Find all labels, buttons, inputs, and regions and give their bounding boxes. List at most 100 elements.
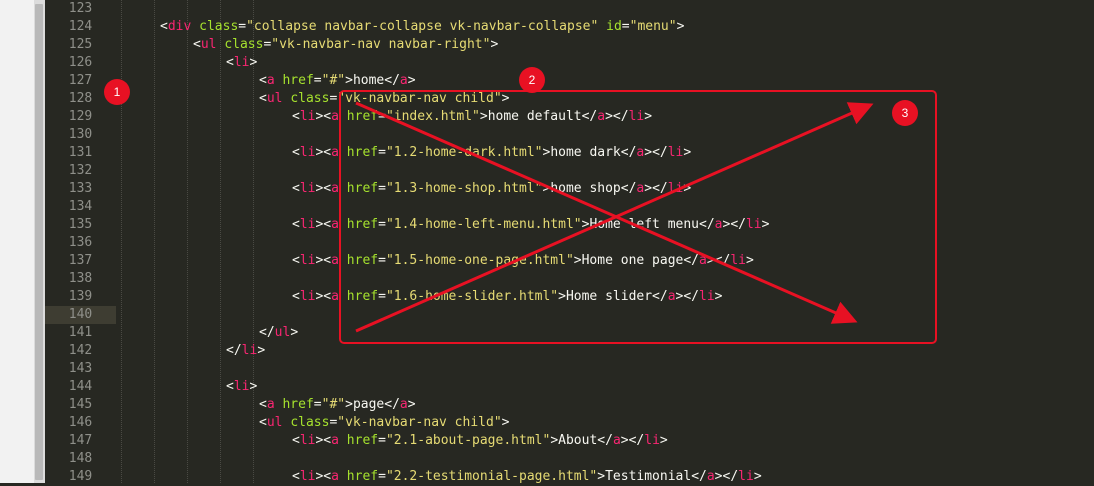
code-line[interactable]: 128 <ul class="vk-navbar-nav child"> [45, 90, 1094, 108]
code-token: ></ [722, 217, 746, 232]
line-number: 141 [68, 325, 93, 340]
code-line[interactable]: 147 <li><a href="2.1-about-page.html">Abo… [45, 432, 1094, 450]
code-token: >< [315, 145, 332, 160]
code-line[interactable]: 124 <div class="collapse navbar-collapse … [45, 18, 1094, 36]
code-line[interactable]: 134 [45, 198, 1094, 216]
code-token: > [249, 379, 258, 394]
code-token: page [352, 397, 385, 412]
code-token: < [292, 253, 300, 268]
code-editor[interactable]: 123 124 <div class="collapse navbar-collap… [45, 0, 1094, 486]
code-token: </ [652, 289, 668, 304]
code-line[interactable]: 140 [45, 306, 1094, 324]
code-token: = [313, 73, 322, 88]
code-token: class [199, 19, 239, 34]
code-token: class [290, 91, 330, 106]
code-token: </ [699, 217, 715, 232]
code-token: >< [315, 217, 332, 232]
code-token: </ [620, 181, 637, 196]
code-token: home [352, 73, 385, 88]
line-number: 138 [68, 271, 93, 286]
code-token: About [558, 433, 598, 448]
code-token: ></ [605, 109, 629, 124]
code-token: = [378, 433, 386, 448]
code-token: >< [315, 181, 332, 196]
code-token: < [259, 397, 267, 412]
code-token: > [683, 181, 692, 196]
line-number: 136 [68, 235, 93, 250]
code-line[interactable]: 143 [45, 360, 1094, 378]
code-token: li [299, 469, 316, 484]
code-token: li [299, 289, 316, 304]
code-token: href [282, 73, 314, 88]
code-line[interactable]: 127 <a href="#">home</a> [45, 72, 1094, 90]
code-text: <ul class="vk-navbar-nav child"> [259, 90, 509, 108]
code-line[interactable]: 137 <li><a href="1.5-home-one-page.html">… [45, 252, 1094, 270]
code-token: = [378, 217, 386, 232]
code-text: <li><a href="1.3-home-shop.html">home sh… [292, 180, 691, 198]
code-token: a [714, 217, 723, 232]
code-text: <li><a href="1.6-home-slider.html">Home … [292, 288, 723, 306]
code-line[interactable]: 131 <li><a href="1.2-home-dark.html">home… [45, 144, 1094, 162]
code-token: > [407, 73, 416, 88]
code-token: > [501, 415, 510, 430]
code-line[interactable]: 141 </ul> [45, 324, 1094, 342]
code-line[interactable]: 125 <ul class="vk-navbar-nav navbar-right… [45, 36, 1094, 54]
vertical-scrollbar-thumb[interactable] [35, 4, 43, 480]
code-line[interactable]: 136 [45, 234, 1094, 252]
code-token: li [745, 217, 762, 232]
code-text: <ul class="vk-navbar-nav child"> [259, 414, 509, 432]
code-token: class [290, 415, 330, 430]
code-token: a [331, 253, 339, 268]
code-token: > [345, 73, 353, 88]
code-line[interactable]: 129 <li><a href="index.html">home default… [45, 108, 1094, 126]
code-line[interactable]: 146 <ul class="vk-navbar-nav child"> [45, 414, 1094, 432]
code-token: ul [266, 91, 283, 106]
code-token: > [745, 253, 754, 268]
code-token: li [628, 109, 645, 124]
code-token: = [378, 181, 386, 196]
code-line[interactable]: 138 [45, 270, 1094, 288]
code-line[interactable]: 133 <li><a href="1.3-home-shop.html">home… [45, 180, 1094, 198]
code-token: li [644, 433, 660, 448]
code-line[interactable]: 132 [45, 162, 1094, 180]
code-token: "collapse navbar-collapse vk-navbar-coll… [246, 19, 599, 34]
code-token: > [714, 289, 723, 304]
code-line[interactable]: 149 <li><a href="2.2-testimonial-page.htm… [45, 468, 1094, 486]
line-number: 139 [68, 289, 93, 304]
code-token: = [378, 469, 386, 484]
code-token: li [233, 55, 250, 70]
code-token: href [282, 397, 314, 412]
code-token: "#" [321, 397, 346, 412]
code-line[interactable]: 144 <li> [45, 378, 1094, 396]
code-line[interactable]: 148 [45, 450, 1094, 468]
code-line[interactable]: 139 <li><a href="1.6-home-slider.html">Ho… [45, 288, 1094, 306]
code-line[interactable]: 123 [45, 0, 1094, 18]
code-line[interactable]: 135 <li><a href="1.4-home-left-menu.html"… [45, 216, 1094, 234]
code-line[interactable]: 126 <li> [45, 54, 1094, 72]
code-token: ></ [706, 253, 731, 268]
code-line[interactable]: 142 </li> [45, 342, 1094, 360]
code-token: >< [315, 433, 332, 448]
code-text: <li><a href="2.1-about-page.html">About<… [292, 432, 668, 450]
code-token: ></ [675, 289, 700, 304]
code-text: <li><a href="1.5-home-one-page.html">Hom… [292, 252, 754, 270]
code-token: ul [274, 325, 291, 340]
code-token: href [346, 469, 379, 484]
code-line[interactable]: 145 <a href="#">page</a> [45, 396, 1094, 414]
code-token: a [331, 181, 339, 196]
code-token: </ [691, 469, 707, 484]
code-token: < [259, 415, 267, 430]
line-number: 123 [68, 1, 93, 16]
code-token: href [346, 145, 379, 160]
code-token: li [299, 181, 316, 196]
code-token: = [378, 145, 386, 160]
line-number: 144 [68, 379, 93, 394]
code-token: li [667, 145, 684, 160]
code-token: > [676, 19, 685, 34]
line-number: 137 [68, 253, 93, 268]
code-token: ></ [620, 433, 645, 448]
code-token: Home left menu [589, 217, 700, 232]
code-line[interactable]: 130 [45, 126, 1094, 144]
